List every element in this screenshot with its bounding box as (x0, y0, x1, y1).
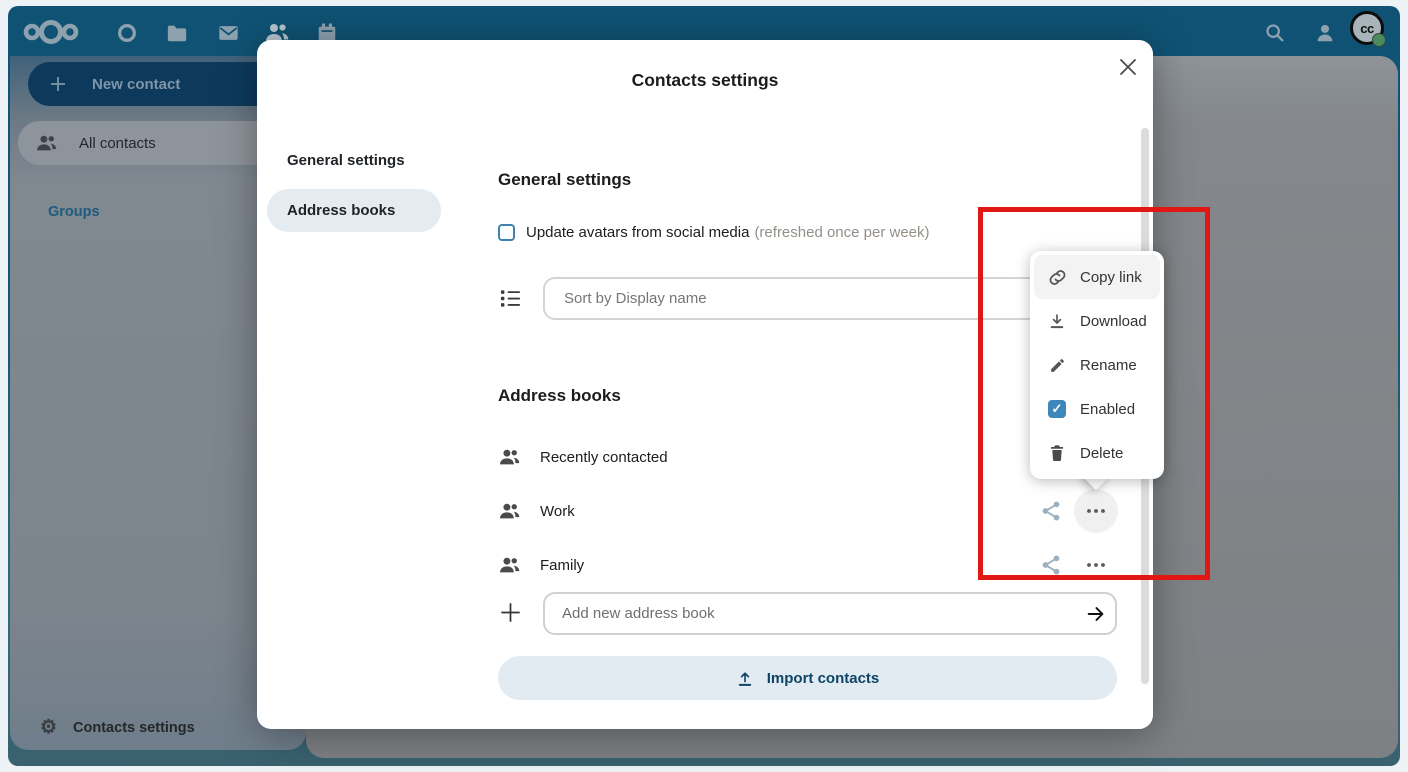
import-contacts-label: Import contacts (767, 670, 880, 687)
address-book-name: Family (540, 557, 584, 574)
mail-icon[interactable] (217, 22, 240, 49)
sort-select-value: Sort by Display name (564, 290, 707, 307)
general-settings-heading: General settings (498, 170, 631, 190)
all-contacts-label: All contacts (79, 135, 156, 152)
files-folder-icon[interactable] (166, 22, 188, 49)
dashboard-icon[interactable] (116, 22, 138, 49)
group-icon (498, 502, 520, 521)
online-status-dot (1372, 33, 1386, 47)
address-books-heading: Address books (498, 386, 621, 406)
upload-icon (736, 669, 754, 688)
address-book-name: Work (540, 503, 575, 520)
contacts-menu-icon[interactable] (1314, 22, 1336, 49)
annotation-highlight-box (978, 207, 1210, 580)
update-avatars-hint: (refreshed once per week) (754, 224, 929, 241)
submit-arrow-icon[interactable] (1074, 592, 1117, 635)
nextcloud-logo-icon[interactable] (22, 19, 80, 50)
group-icon (498, 556, 520, 575)
groups-section-label: Groups (48, 204, 100, 220)
add-address-book-input[interactable] (543, 592, 1117, 635)
group-icon (498, 448, 520, 467)
tab-address-books[interactable]: Address books (267, 189, 441, 232)
plus-icon (50, 76, 66, 92)
gear-icon: ⚙ (40, 716, 57, 739)
new-contact-button[interactable]: New contact (28, 62, 278, 106)
address-book-name: Recently contacted (540, 449, 668, 466)
group-icon (36, 134, 57, 153)
avatar-initials: cc (1360, 21, 1373, 36)
contacts-settings-button[interactable]: ⚙ Contacts settings (40, 716, 195, 739)
tab-address-books-label: Address books (287, 202, 395, 219)
sidebar-item-all-contacts[interactable]: All contacts (18, 121, 298, 165)
update-avatars-label: Update avatars from social media (526, 224, 749, 241)
update-avatars-checkbox[interactable] (498, 224, 515, 241)
plus-icon (499, 601, 522, 629)
close-icon[interactable] (1114, 53, 1142, 81)
sort-list-icon (500, 288, 521, 314)
modal-title: Contacts settings (257, 70, 1153, 91)
search-icon[interactable] (1264, 22, 1286, 49)
new-contact-label: New contact (92, 76, 180, 93)
import-contacts-button[interactable]: Import contacts (498, 656, 1117, 700)
tab-general-settings[interactable]: General settings (287, 152, 405, 169)
contacts-settings-label: Contacts settings (73, 720, 195, 736)
update-avatars-row: Update avatars from social media (refres… (498, 224, 930, 241)
